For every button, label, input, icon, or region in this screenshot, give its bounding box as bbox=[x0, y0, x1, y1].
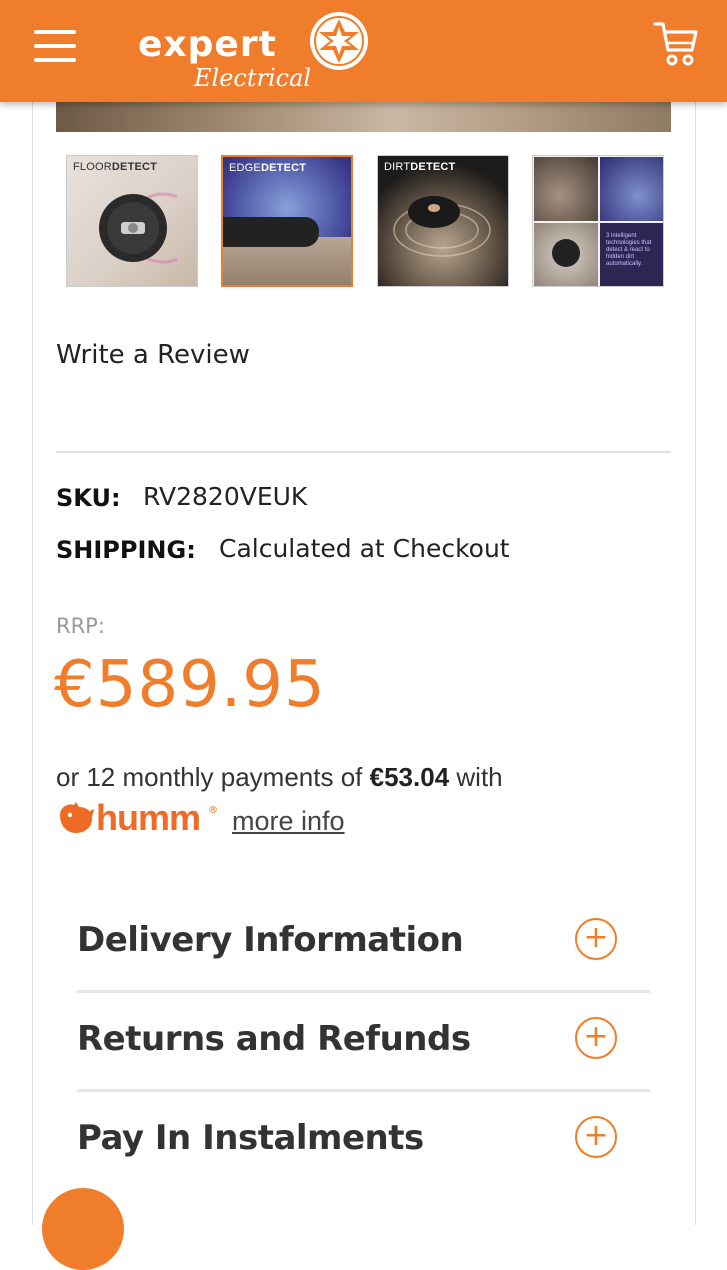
write-review-link[interactable]: Write a Review bbox=[56, 340, 250, 370]
thumbnail-edgedetect[interactable]: EDGEDETECT bbox=[221, 155, 353, 287]
thumbnail-title: DIRTDETECT bbox=[384, 161, 456, 173]
accordion-title: Returns and Refunds bbox=[77, 1019, 471, 1059]
collage-tile bbox=[534, 157, 598, 221]
sku-label: SKU: bbox=[56, 484, 121, 512]
humm-brand: humm bbox=[96, 797, 201, 838]
logo-word: expert bbox=[138, 24, 277, 65]
accordion-title: Pay In Instalments bbox=[77, 1118, 424, 1158]
shipping-label: SHIPPING: bbox=[56, 536, 196, 564]
collage-tile bbox=[534, 223, 598, 286]
expand-plus-icon[interactable]: + bbox=[575, 1017, 617, 1059]
registered-mark: ® bbox=[208, 805, 218, 816]
thumbnail-title: FLOORDETECT bbox=[73, 161, 158, 173]
thumbnail-title: EDGEDETECT bbox=[229, 162, 307, 174]
shipping-value: Calculated at Checkout bbox=[219, 534, 510, 563]
expert-electrical-logo[interactable]: expert Electrical bbox=[136, 8, 376, 96]
product-main-image[interactable] bbox=[56, 100, 671, 132]
humm-mascot-icon bbox=[60, 802, 94, 833]
expand-plus-icon[interactable]: + bbox=[575, 918, 617, 960]
product-price: €589.95 bbox=[54, 648, 326, 722]
expand-plus-icon[interactable]: + bbox=[575, 1116, 617, 1158]
accordion-pay-in-instalments[interactable]: Pay In Instalments + bbox=[77, 1116, 650, 1210]
accordion-returns-and-refunds[interactable]: Returns and Refunds + bbox=[77, 1017, 650, 1111]
chat-widget-button[interactable] bbox=[42, 1188, 124, 1270]
robot-vacuum-image bbox=[223, 217, 319, 247]
robot-vacuum-image bbox=[99, 192, 177, 264]
finance-amount: €53.04 bbox=[369, 762, 450, 792]
expert-star-logo-icon bbox=[310, 12, 368, 70]
section-divider bbox=[56, 451, 671, 453]
accordion-title: Delivery Information bbox=[77, 920, 464, 960]
accordion-divider bbox=[77, 1089, 650, 1092]
site-header: expert Electrical bbox=[0, 0, 727, 102]
collage-tile-text: 3 intelligent technologies that detect &… bbox=[600, 223, 663, 286]
finance-prefix: or 12 monthly payments of bbox=[56, 762, 363, 792]
accordion-delivery-information[interactable]: Delivery Information + bbox=[77, 918, 650, 1012]
finance-offer: or 12 monthly payments of €53.04 with bbox=[56, 762, 503, 793]
more-info-link[interactable]: more info bbox=[232, 806, 345, 837]
sku-value: RV2820VEUK bbox=[143, 482, 308, 511]
thumbnail-floordetect[interactable]: FLOORDETECT bbox=[66, 155, 198, 287]
rrp-label: RRP: bbox=[56, 614, 105, 638]
humm-logo: humm ® bbox=[56, 797, 226, 838]
logo-subtitle: Electrical bbox=[194, 64, 312, 92]
collage-caption: 3 intelligent technologies that detect &… bbox=[606, 233, 652, 267]
thumbnail-collage[interactable]: 3 intelligent technologies that detect &… bbox=[532, 155, 664, 287]
hamburger-menu-icon[interactable] bbox=[34, 26, 78, 66]
robot-vacuum-image bbox=[393, 196, 491, 257]
finance-suffix: with bbox=[456, 762, 503, 792]
accordion-divider bbox=[77, 990, 650, 993]
collage-tile bbox=[600, 157, 663, 221]
shopping-cart-icon[interactable] bbox=[652, 18, 700, 68]
thumbnail-dirtdetect[interactable]: DIRTDETECT bbox=[377, 155, 509, 287]
